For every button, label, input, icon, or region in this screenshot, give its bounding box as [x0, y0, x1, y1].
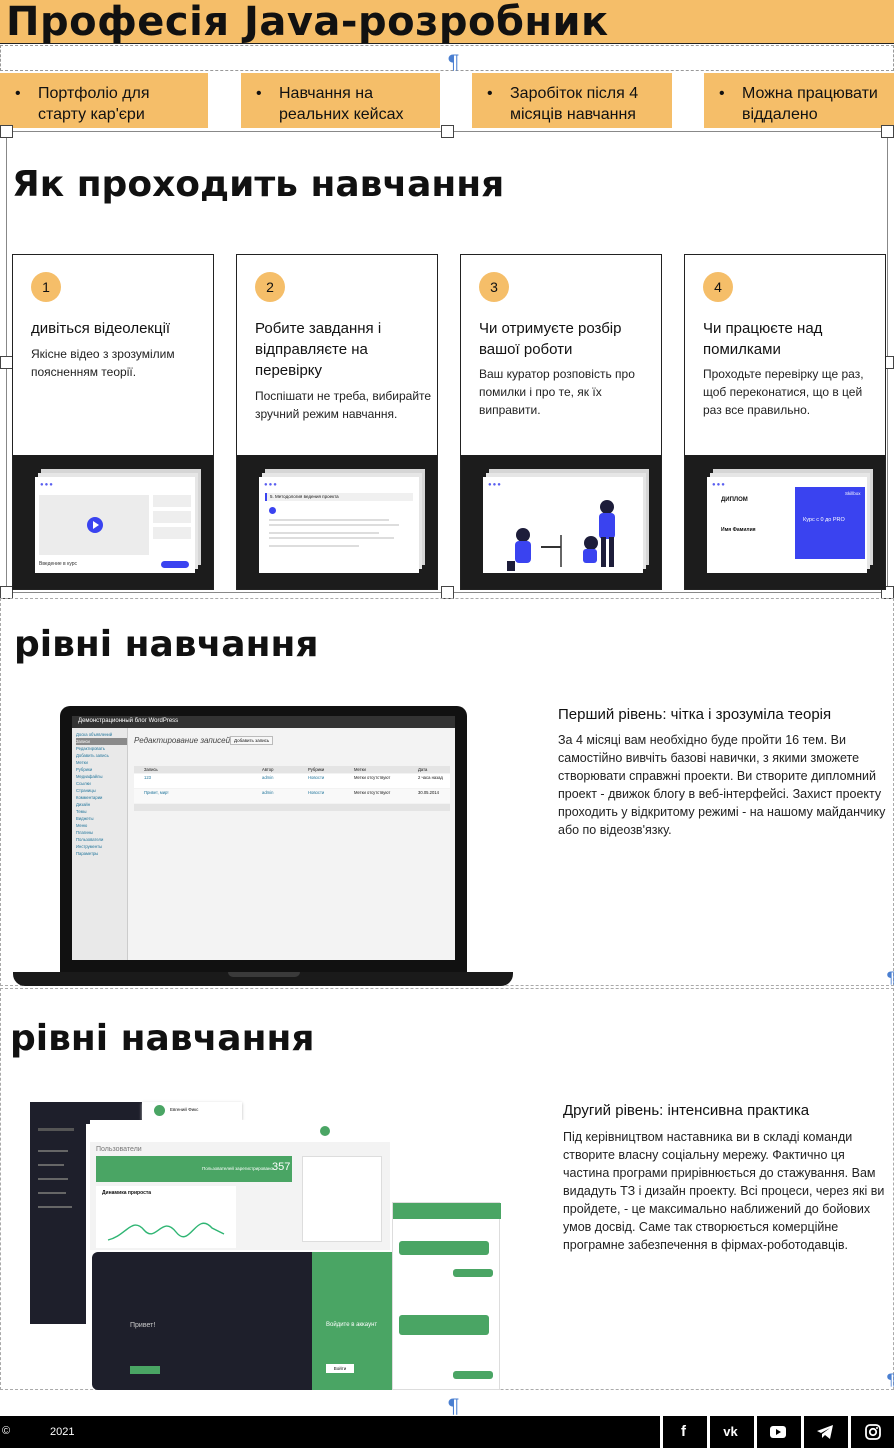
- admin-topbar: Демонстрационный блог WordPress: [72, 716, 455, 728]
- users-title: Пользователи: [96, 1146, 142, 1153]
- bullet: •: [15, 85, 21, 102]
- admin-menu: Доска объявлений Записи Редактировать До…: [72, 728, 127, 857]
- step-desc: Проходьте перевірку ще раз, щоб перекона…: [703, 367, 864, 417]
- diploma-course: Курс с 0 до PRO: [803, 517, 845, 523]
- next-button: [161, 561, 189, 568]
- video-player: [39, 495, 149, 555]
- step-card: 3 Чи отримуєте розбір вашої роботи Ваш к…: [460, 254, 662, 590]
- login-screen: Привет! Войдите в аккаунт Войти: [92, 1252, 422, 1390]
- pilcrow-mark: ¶: [886, 1370, 894, 1389]
- resize-handle[interactable]: [441, 125, 454, 138]
- feature-text: Можна працювати віддалено: [742, 85, 878, 123]
- laptop-screen: Демонстрационный блог WordPress Доска об…: [72, 716, 455, 960]
- posts-table-row: 123 admin Новости Метки отсутствуют 2 ча…: [134, 774, 450, 788]
- posts-table-row: Привет, мир! admin Новости Метки отсутст…: [134, 789, 450, 803]
- step-desc: Якісне відео з зрозумілим поясненням тео…: [31, 347, 175, 379]
- admin-page-title: Редактирование записей: [134, 736, 231, 745]
- diploma-brand: Skillbox: [845, 491, 861, 496]
- step-card: 1 дивіться відеолекції Якісне відео з зр…: [12, 254, 214, 590]
- step-desc: Ваш куратор розповість про помилки і про…: [479, 367, 635, 417]
- users-counter: Пользователей зарегистрировано 357: [96, 1156, 292, 1182]
- step-title: дивіться відеолекції: [31, 320, 171, 337]
- pilcrow-mark: ¶: [886, 968, 894, 987]
- notification-popup: Евгений Фикс: [142, 1102, 242, 1120]
- laptop-notch: [228, 972, 300, 977]
- admin-sidebar: Доска объявлений Записи Редактировать До…: [72, 728, 128, 960]
- bullet: •: [256, 85, 262, 102]
- greeting: Привет!: [130, 1322, 156, 1329]
- page-hero: Професія Java-розробник: [0, 0, 894, 44]
- step-image: ●●●: [461, 455, 661, 589]
- growth-chart: Динамика прироста: [96, 1186, 236, 1248]
- people-illustration: [507, 500, 615, 571]
- level2-text: Під керівництвом наставника ви в складі …: [563, 1130, 885, 1252]
- video-screenshot: ●●● Введение в курс: [35, 477, 195, 573]
- step-number: 1: [31, 272, 61, 302]
- step-card: 4 Чи працюєте над помилками Проходьте пе…: [684, 254, 886, 590]
- diploma-screenshot: ●●● ДИПЛОМ Имя Фамилия Skillbox Курс с 0…: [707, 477, 867, 573]
- avatar: [269, 507, 276, 514]
- step-number: 3: [479, 272, 509, 302]
- task-screenshot: ●●● 5. Методология ведения проекта: [259, 477, 419, 573]
- level1-heading: Перший рівень: чітка і зрозуміла теорія: [558, 706, 832, 723]
- youtube-icon[interactable]: [754, 1416, 798, 1448]
- window-dots: ●●●: [40, 482, 54, 488]
- diploma-label: ДИПЛОМ: [721, 497, 748, 503]
- diploma-panel: Skillbox Курс с 0 до PRO: [795, 487, 865, 559]
- resize-handle[interactable]: [0, 125, 13, 138]
- chat-panel: [392, 1202, 501, 1390]
- step-desc: Поспішати не треба, вибирайте зручний ре…: [255, 389, 432, 421]
- social-network-mockup: Евгений Фикс Пользователи Пользователей …: [30, 1102, 502, 1390]
- app-sidebar: [30, 1102, 86, 1324]
- telegram-icon[interactable]: [801, 1416, 845, 1448]
- step-number: 4: [703, 272, 733, 302]
- instagram-icon[interactable]: [848, 1416, 894, 1448]
- feature-pill: • Портфоліо для старту кар'єри: [0, 73, 208, 128]
- step-card: 2 Робите завдання і відправляєте на пере…: [236, 254, 438, 590]
- notify-name: Евгений Фикс: [170, 1107, 199, 1112]
- step-number: 2: [255, 272, 285, 302]
- pilcrow-mark: ¶: [447, 50, 460, 74]
- bullet: •: [719, 85, 725, 102]
- bullet: •: [487, 85, 493, 102]
- page-title: Професія Java-розробник: [6, 0, 609, 45]
- login-button: Войти: [326, 1364, 354, 1373]
- process-title: Як проходить навчання: [12, 164, 505, 205]
- posts-table-header: Запись Автор Рубрики Метки Дата: [134, 766, 450, 773]
- copyright-year: 2021: [50, 1426, 75, 1438]
- level1-section-title: рівні навчання: [14, 624, 319, 665]
- feature-pill: • Можна працювати віддалено: [704, 73, 894, 128]
- feature-text: Портфоліо для старту кар'єри: [38, 85, 150, 123]
- level2-heading: Другий рівень: інтенсивна практика: [563, 1102, 810, 1119]
- window-dots: ●●●: [712, 482, 726, 488]
- step-image: ●●● ДИПЛОМ Имя Фамилия Skillbox Курс с 0…: [685, 455, 885, 589]
- level2-section-title: рівні навчання: [10, 1018, 315, 1059]
- review-illustration: ●●●: [483, 477, 643, 573]
- copyright-symbol: ©: [2, 1425, 11, 1437]
- add-post-button: Добавить запись: [230, 736, 274, 745]
- feature-text: Навчання на реальних кейсах: [279, 85, 404, 123]
- vk-icon[interactable]: vk: [707, 1416, 751, 1448]
- feature-pill: • Навчання на реальних кейсах: [241, 73, 440, 128]
- play-icon: [87, 517, 103, 533]
- login-title: Войдите в аккаунт: [326, 1322, 378, 1328]
- level1-text: За 4 місяці вам необхідно буде пройти 16…: [558, 733, 886, 837]
- video-caption: Введение в курс: [39, 561, 78, 567]
- step-title: Чи працюєте над помилками: [703, 320, 823, 358]
- dashboard-panel: Пользователи Пользователей зарегистриров…: [90, 1120, 390, 1250]
- window-dots: ●●●: [264, 482, 278, 488]
- step-title: Робите завдання і відправляєте на переві…: [255, 320, 382, 379]
- step-title: Чи отримуєте розбір вашої роботи: [479, 320, 622, 358]
- resize-handle[interactable]: [881, 125, 894, 138]
- feature-pill: • Заробіток після 4 місяців навчання: [472, 73, 672, 128]
- task-header: 5. Методология ведения проекта: [265, 493, 413, 501]
- step-image: ●●● Введение в курс: [13, 455, 213, 589]
- admin-title: Демонстрационный блог WordPress: [78, 718, 179, 724]
- feature-text: Заробіток після 4 місяців навчання: [510, 85, 639, 123]
- step-image: ●●● 5. Методология ведения проекта: [237, 455, 437, 589]
- facebook-icon[interactable]: f: [660, 1416, 704, 1448]
- pilcrow-mark: ¶: [447, 1394, 460, 1418]
- footer: © 2021 f vk: [0, 1416, 894, 1448]
- diploma-name: Имя Фамилия: [721, 527, 756, 533]
